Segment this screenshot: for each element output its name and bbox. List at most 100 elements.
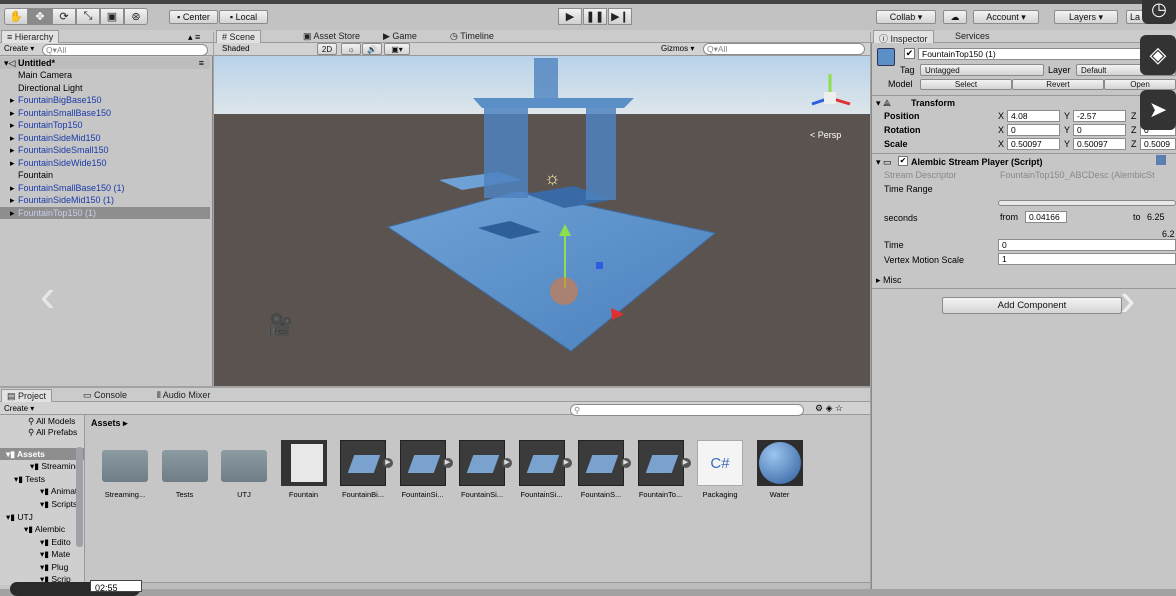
asset-tile[interactable]: ▶ FountainSi... (451, 438, 512, 500)
project-tree-item[interactable]: ▾▮ Plug (0, 561, 84, 573)
hierarchy-item[interactable]: Main Camera (0, 69, 210, 81)
expand-arrow-icon[interactable]: ▸ (0, 119, 18, 131)
tab-game[interactable]: ▶ Game (378, 30, 422, 43)
hierarchy-item[interactable]: ▸ FountainBigBase150 (0, 94, 210, 106)
2d-toggle[interactable]: 2D (317, 43, 337, 55)
hierarchy-item[interactable]: Fountain (0, 169, 210, 181)
model-select-button[interactable]: Select (920, 79, 1012, 90)
asset-tile[interactable]: C# Packaging (689, 438, 749, 500)
transform-rotation-x-field[interactable]: 0 (1007, 124, 1060, 136)
pivot-local-button[interactable]: ▪ Local (219, 10, 268, 24)
layers-stack-icon[interactable]: ◈ (1140, 35, 1176, 75)
project-tree-item[interactable]: ▾▮ Alembic (0, 523, 84, 535)
rotate-tool-icon[interactable]: ⟳ (52, 8, 76, 25)
project-tree-item[interactable]: ⚲ All Prefabs (0, 426, 84, 438)
expand-arrow-icon[interactable]: ▸ (0, 132, 18, 144)
asset-tile[interactable]: ▶ FountainSi... (511, 438, 572, 500)
project-tree-item[interactable]: ▾▮ Tests (0, 473, 84, 485)
next-arrow-icon[interactable]: › (1120, 276, 1135, 322)
active-checkbox[interactable]: ✔ (904, 48, 915, 59)
shading-mode-dropdown[interactable]: Shaded (222, 44, 250, 53)
asset-tile[interactable]: Water (749, 438, 809, 500)
project-search-input[interactable]: ⚲ (570, 404, 804, 416)
hierarchy-item[interactable]: ▸ FountainSideSmall150 (0, 144, 210, 156)
rect-tool-icon[interactable]: ▣ (100, 8, 124, 25)
gizmos-dropdown[interactable]: Gizmos ▾ (661, 44, 694, 53)
axis-z-label[interactable]: Z (1131, 125, 1137, 135)
time-field[interactable]: 0 (998, 239, 1176, 251)
cloud-button[interactable]: ☁ (943, 10, 967, 24)
hierarchy-create-button[interactable]: Create ▾ (4, 44, 34, 53)
project-tree-item[interactable]: ▾▮ Animat (0, 485, 84, 497)
tab-asset-store[interactable]: ▣ Asset Store (298, 30, 365, 43)
hierarchy-search-input[interactable]: Q▾All (42, 44, 208, 56)
axis-z-label[interactable]: Z (1131, 111, 1137, 121)
tab-timeline[interactable]: ◷ Timeline (445, 30, 499, 43)
hierarchy-item[interactable]: ▸ FountainTop150 (0, 119, 210, 131)
play-button[interactable]: ▶ (558, 8, 582, 25)
axis-x-label[interactable]: X (998, 111, 1004, 121)
scene-viewport[interactable]: ☼ 🎥 < Persp (214, 56, 870, 386)
misc-foldout[interactable]: ▸ Misc (876, 275, 902, 286)
hand-tool-icon[interactable]: ✋ (4, 8, 28, 25)
add-component-button[interactable]: Add Component (942, 297, 1122, 314)
expand-arrow-icon[interactable]: ▸ (0, 182, 18, 194)
hierarchy-item[interactable]: ▸ FountainSideMid150 (0, 132, 210, 144)
asset-tile[interactable]: Tests (154, 438, 214, 500)
transform-scale-x-field[interactable]: 0.50097 (1007, 138, 1060, 150)
tag-dropdown[interactable]: Untagged (920, 64, 1044, 76)
tab-scene[interactable]: # Scene (216, 30, 262, 43)
scene-search-input[interactable]: Q▾All (703, 43, 865, 55)
expand-arrow-icon[interactable]: ▸ (0, 144, 18, 156)
project-tree-item[interactable]: ▾▮ Assets (0, 448, 84, 460)
transform-position-x-field[interactable]: 4.08 (1007, 110, 1060, 122)
account-button[interactable]: Account ▾ (973, 10, 1039, 24)
transform-rotation-y-field[interactable]: 0 (1073, 124, 1126, 136)
tab-services[interactable]: Services (950, 30, 995, 43)
vertex-motion-scale-field[interactable]: 1 (998, 253, 1176, 265)
axis-x-label[interactable]: X (998, 125, 1004, 135)
component-help-icon[interactable] (1156, 155, 1166, 165)
asset-tile[interactable]: ▶ FountainS... (570, 438, 631, 500)
filter-icons[interactable]: ⚙ ◈ ☆ (815, 403, 843, 414)
transform-scale-y-field[interactable]: 0.50097 (1073, 138, 1126, 150)
step-button[interactable]: ▶❙ (608, 8, 632, 25)
clock-icon[interactable]: ◷ (1142, 0, 1176, 24)
axis-x-label[interactable]: X (998, 139, 1004, 149)
expand-arrow-icon[interactable]: ▸ (0, 207, 18, 219)
tab-hierarchy[interactable]: ≡ Hierarchy (1, 30, 60, 43)
effects-toggle-icon[interactable]: ▣▾ (384, 43, 410, 55)
project-tree-item[interactable]: ▾▮ UTJ (0, 511, 84, 523)
send-icon[interactable]: ➤ (1140, 90, 1176, 130)
pause-button[interactable]: ❚❚ (583, 8, 607, 25)
expand-arrow-icon[interactable]: ▸ (0, 94, 18, 106)
asset-tile[interactable]: ▶ FountainBi... (332, 438, 393, 500)
to-value[interactable]: 6.25 (1147, 212, 1165, 222)
hierarchy-item[interactable]: ▸ FountainTop150 (1) (0, 206, 210, 219)
project-create-button[interactable]: Create ▾ (4, 404, 34, 413)
prev-arrow-icon[interactable]: ‹ (40, 272, 55, 318)
time-range-slider[interactable] (998, 200, 1176, 206)
scene-menu-icon[interactable]: ≡ (199, 57, 204, 69)
expand-arrow-icon[interactable]: ▸ (0, 194, 18, 206)
tab-project[interactable]: ▤ Project (1, 389, 53, 402)
axis-y-label[interactable]: Y (1064, 125, 1070, 135)
alembic-enabled-checkbox[interactable]: ✔ (898, 156, 908, 166)
axis-y-label[interactable]: Y (1064, 139, 1070, 149)
project-tree-item[interactable]: ▾▮ Edito (0, 536, 84, 548)
alembic-foldout-icon[interactable]: ▾ ▭ (876, 157, 892, 168)
asset-tile[interactable]: Streaming... (94, 438, 154, 500)
tab-console[interactable]: ▭ Console (78, 389, 132, 402)
asset-tile[interactable]: Fountain (273, 438, 333, 500)
transform-position-y-field[interactable]: -2.57 (1073, 110, 1126, 122)
persp-label[interactable]: < Persp (810, 130, 841, 140)
from-field[interactable]: 0.04166 (1025, 211, 1067, 223)
project-tree-item[interactable]: ▾▮ Streaming (0, 460, 84, 472)
asset-tile[interactable]: ▶ FountainSi... (392, 438, 453, 500)
tab-inspector[interactable]: ⓘ Inspector (873, 30, 934, 44)
scale-tool-icon[interactable]: ⤡ (76, 8, 100, 25)
axis-y-label[interactable]: Y (1064, 111, 1070, 121)
tab-audio-mixer[interactable]: ⫴ Audio Mixer (152, 389, 215, 402)
axis-z-label[interactable]: Z (1131, 139, 1137, 149)
transform-foldout-icon[interactable]: ▾ ⟁ (876, 98, 891, 109)
